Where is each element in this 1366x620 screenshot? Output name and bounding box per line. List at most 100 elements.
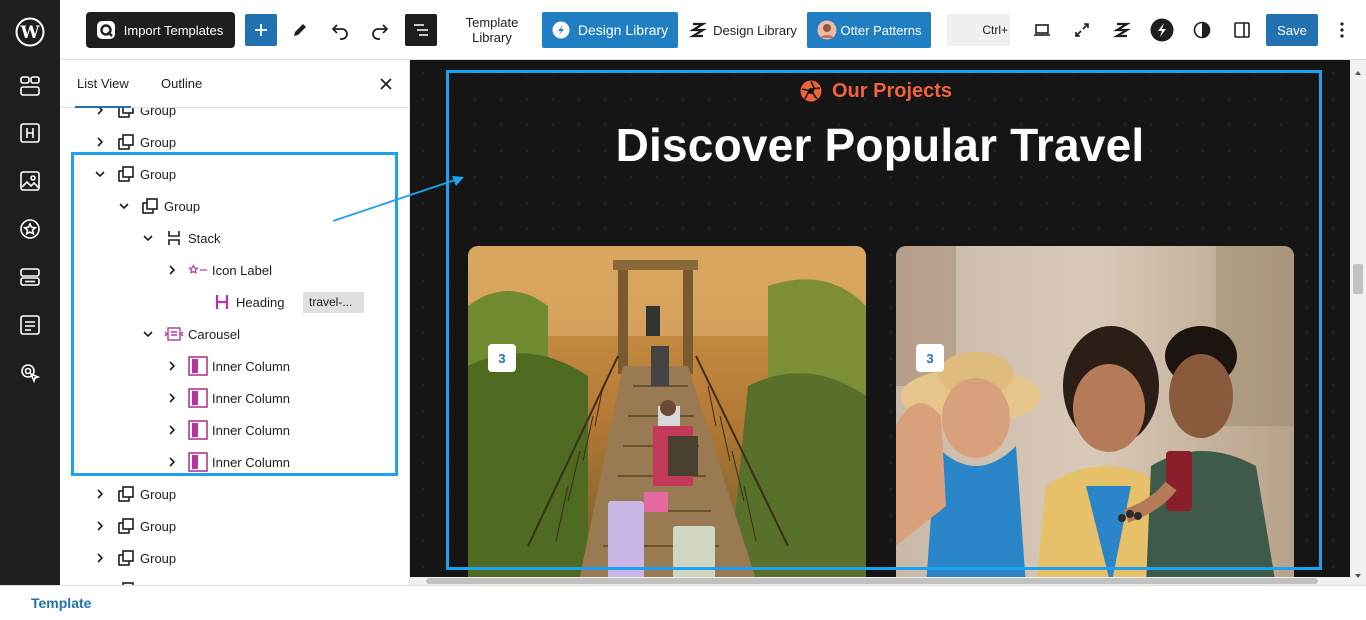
chevron-right-icon[interactable]: [164, 454, 180, 470]
template-library-button[interactable]: Template Library: [458, 12, 526, 48]
tree-row-inner-column[interactable]: Inner Column: [164, 414, 290, 446]
edit-tool-button[interactable]: [288, 12, 312, 48]
scroll-down-arrow-icon[interactable]: [1354, 567, 1362, 578]
image-icon[interactable]: [16, 167, 44, 195]
chevron-right-icon[interactable]: [92, 134, 108, 150]
tree-row-label: Stack: [188, 230, 221, 246]
tree-row-inner-column[interactable]: Inner Column: [164, 350, 290, 382]
fullscreen-button[interactable]: [1070, 12, 1094, 48]
chevron-right-icon[interactable]: [92, 486, 108, 502]
close-panel-button[interactable]: [376, 74, 396, 94]
chevron-right-icon[interactable]: [164, 422, 180, 438]
chevron-right-icon[interactable]: [164, 390, 180, 406]
document-overview-button[interactable]: [405, 14, 437, 46]
scroll-up-arrow-icon[interactable]: [1354, 64, 1362, 75]
more-options-button[interactable]: [1330, 12, 1354, 48]
chevron-right-icon[interactable]: [164, 358, 180, 374]
tree-row-group[interactable]: Group: [92, 478, 176, 510]
tree-row-label: Group: [140, 550, 177, 566]
tree-row-group[interactable]: Group: [92, 542, 176, 574]
group-block-icon: [116, 484, 136, 504]
tree-row-label: Inner Column: [212, 422, 291, 438]
wordpress-logo-icon[interactable]: W: [14, 16, 46, 48]
tab-outline[interactable]: Outline: [159, 60, 204, 108]
tree-row-group[interactable]: Group: [92, 126, 176, 158]
pencil-icon: [291, 21, 309, 39]
editor-top-toolbar: Import Templates Template Library Design…: [60, 0, 1366, 60]
chevron-down-icon[interactable]: [92, 166, 108, 182]
import-templates-label: Import Templates: [123, 22, 224, 38]
heading-block-icon: [212, 292, 232, 312]
sections-icon[interactable]: [16, 263, 44, 291]
vertical-ellipsis-icon: [1339, 21, 1345, 39]
sidebar-toggle-icon: [1233, 21, 1251, 39]
breadcrumb-template[interactable]: Template: [31, 595, 91, 611]
tree-row-icon-label[interactable]: Icon Label: [164, 254, 272, 286]
close-icon: [380, 78, 392, 90]
tree-row-label: Inner Column: [212, 358, 291, 374]
canvas-horizontal-scrollbar[interactable]: [410, 577, 1350, 585]
design-library-primary-button[interactable]: Design Library: [542, 12, 678, 48]
template-library-label-line1: Template: [465, 15, 519, 30]
redo-button[interactable]: [368, 12, 392, 48]
carousel-block-icon: [164, 324, 184, 344]
bolt-circle-icon: [1150, 18, 1174, 42]
editor-sidebar-rail: W: [0, 0, 60, 585]
tree-row-carousel[interactable]: Carousel: [140, 318, 240, 350]
tab-list-view[interactable]: List View: [75, 60, 131, 108]
chevron-right-icon[interactable]: [92, 550, 108, 566]
editor-footer: Template: [0, 585, 1366, 620]
plus-icon: [253, 22, 269, 38]
tree-row-heading[interactable]: Heading: [188, 286, 284, 318]
scrollbar-thumb[interactable]: [1353, 264, 1363, 294]
undo-button[interactable]: [328, 12, 352, 48]
pointer-click-icon[interactable]: [16, 359, 44, 387]
horizontal-scrollbar-thumb[interactable]: [426, 578, 1318, 584]
list-view-icon: [412, 21, 430, 39]
group-block-icon: [116, 516, 136, 536]
tree-row-group[interactable]: Group: [92, 108, 176, 126]
list-view-tabs: List View Outline: [60, 60, 409, 108]
chevron-right-icon[interactable]: [92, 518, 108, 534]
inner-column-block-icon: [188, 452, 208, 472]
tree-row-inner-column[interactable]: Inner Column: [164, 446, 290, 478]
badge-star-icon[interactable]: [16, 215, 44, 243]
tree-row-stack[interactable]: Stack: [140, 222, 221, 254]
import-templates-button[interactable]: Import Templates: [86, 12, 235, 48]
stackable-settings-button[interactable]: [1110, 12, 1134, 48]
save-button[interactable]: Save: [1266, 14, 1318, 46]
canvas-vertical-scrollbar[interactable]: [1350, 60, 1366, 585]
tree-row-label: Inner Column: [212, 454, 291, 470]
tree-row-inner-column[interactable]: Inner Column: [164, 382, 290, 414]
preview-device-button[interactable]: [1030, 12, 1054, 48]
tree-row-label: Group: [140, 166, 177, 182]
chevron-down-icon[interactable]: [140, 326, 156, 342]
design-library-secondary-button[interactable]: Design Library: [688, 12, 798, 48]
icon-label-block-icon: [188, 260, 208, 280]
list-view-panel: List View Outline Group Group Group Group St…: [60, 60, 410, 585]
tree-row-group[interactable]: Group: [116, 190, 200, 222]
settings-sidebar-button[interactable]: [1230, 12, 1254, 48]
chevron-down-icon[interactable]: [140, 230, 156, 246]
tree-row-label: Icon Label: [212, 262, 272, 278]
blocks-icon[interactable]: [16, 72, 44, 100]
form-icon[interactable]: [16, 311, 44, 339]
inner-column-block-icon: [188, 356, 208, 376]
chevron-right-icon[interactable]: [164, 262, 180, 278]
styles-button[interactable]: [1190, 12, 1214, 48]
tree-row-group[interactable]: Group: [92, 510, 176, 542]
bolt-plugin-button[interactable]: [1149, 12, 1175, 48]
tree-row-label: Heading: [236, 294, 285, 310]
design-library-logo-icon: [552, 21, 570, 39]
add-block-button[interactable]: [245, 14, 277, 46]
chevron-down-icon[interactable]: [116, 198, 132, 214]
redo-icon: [370, 20, 390, 40]
otter-patterns-button[interactable]: Otter Patterns: [807, 12, 931, 48]
tree-row-group[interactable]: Group: [92, 574, 176, 585]
heading-icon[interactable]: [16, 119, 44, 147]
group-block-icon: [116, 132, 136, 152]
command-palette-button[interactable]: Ctrl+: [947, 14, 1010, 46]
chevron-right-icon[interactable]: [92, 108, 108, 118]
tree-row-group[interactable]: Group: [92, 158, 176, 190]
